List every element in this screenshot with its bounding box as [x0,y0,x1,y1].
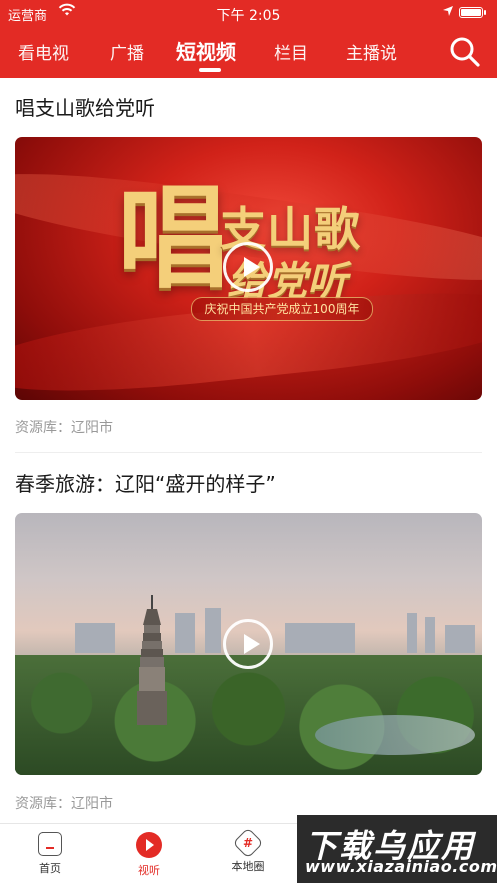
video-title[interactable]: 春季旅游：辽阳“盛开的样子” [15,468,276,497]
play-circle-icon [136,832,162,858]
video-thumbnail[interactable]: 唱 支山歌 给党听 庆祝中国共产党成立100周年 [15,137,482,400]
nav-label: 视听 [138,864,160,877]
tab-host[interactable]: 主播说 [346,39,397,64]
video-title[interactable]: 唱支山歌给党听 [15,92,155,121]
video-thumbnail[interactable] [15,513,482,775]
location-arrow-icon [442,5,454,21]
status-time: 下午 2:05 [216,8,281,24]
hashtag-icon: # [232,827,264,859]
divider [15,452,482,453]
pagoda [137,595,167,725]
video-source: 资源库：辽阳市 [15,796,113,812]
nav-audiovisual[interactable]: 视听 [119,832,179,878]
search-icon[interactable] [449,36,481,68]
battery-icon [459,7,486,18]
watermark: 下载乌应用 www.xiazainiao.com [297,815,497,883]
app-header: 运营商 下午 2:05 看电视 广播 短视频 栏目 主播说 [0,0,497,78]
watermark-url: www.xiazainiao.com [305,857,497,876]
tab-tv[interactable]: 看电视 [18,39,69,64]
tab-columns[interactable]: 栏目 [274,39,308,64]
tab-short-video[interactable]: 短视频 [176,36,236,65]
status-bar: 运营商 下午 2:05 [0,0,497,26]
nav-local[interactable]: # 本地圈 [218,827,278,874]
video-source: 资源库：辽阳市 [15,420,113,436]
home-icon [38,832,62,856]
thumb-banner: 庆祝中国共产党成立100周年 [191,297,373,321]
thumb-title-big: 唱 [117,173,229,304]
play-icon[interactable] [223,619,273,669]
active-tab-indicator [199,68,221,72]
nav-home[interactable]: 首页 [20,832,80,876]
channel-tabs: 看电视 广播 短视频 栏目 主播说 [0,36,497,72]
tab-radio[interactable]: 广播 [110,39,144,64]
nav-label: 首页 [39,862,61,875]
play-icon[interactable] [223,242,273,292]
nav-label: 本地圈 [231,860,265,873]
